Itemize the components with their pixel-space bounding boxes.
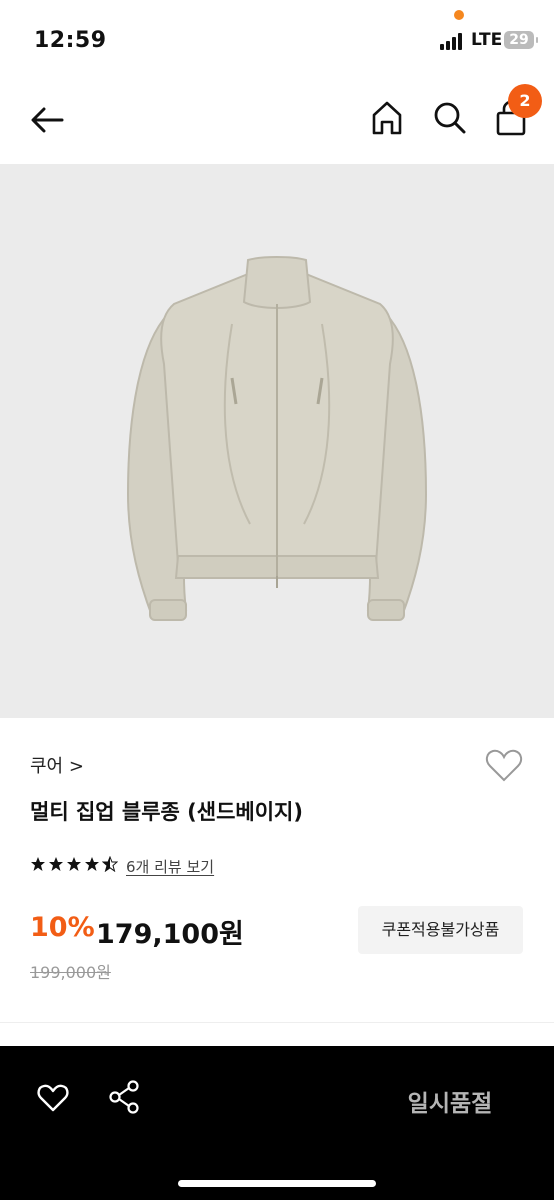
back-arrow-icon[interactable] <box>28 100 68 140</box>
status-bar: 12:59 LTE 29 <box>0 0 554 80</box>
sale-price: 179,100원 <box>96 919 244 950</box>
network-label: LTE <box>471 30 503 50</box>
bottom-action-bar: 일시품절 <box>0 1046 554 1200</box>
star-rating <box>30 856 118 872</box>
discount-rate: 10% <box>30 912 95 943</box>
divider <box>0 1022 554 1023</box>
product-title: 멀티 집업 블루종 (샌드베이지) <box>30 800 303 824</box>
product-image[interactable] <box>0 164 554 718</box>
view-reviews-link[interactable]: 6개 리뷰 보기 <box>126 856 214 877</box>
star-icon <box>67 857 81 871</box>
search-icon[interactable] <box>430 98 470 138</box>
star-icon <box>31 857 45 871</box>
recording-dot <box>454 10 464 20</box>
signal-icon <box>440 32 466 50</box>
star-icon <box>49 857 63 871</box>
heart-icon[interactable] <box>484 746 524 786</box>
half-star-icon <box>102 856 118 872</box>
wishlist-heart-icon[interactable] <box>36 1082 70 1114</box>
battery-icon: 29 <box>504 31 538 49</box>
star-icon <box>85 857 99 871</box>
brand-link[interactable]: 쿠어 > <box>30 752 84 778</box>
cart-count-badge: 2 <box>508 84 542 118</box>
status-time: 12:59 <box>34 28 107 53</box>
original-price: 199,000원 <box>30 963 111 982</box>
coupon-unavailable-badge: 쿠폰적용불가상품 <box>358 906 523 954</box>
home-icon[interactable] <box>368 98 406 138</box>
home-indicator[interactable] <box>178 1180 376 1187</box>
share-icon[interactable] <box>108 1080 140 1114</box>
top-nav <box>0 80 554 164</box>
sold-out-button[interactable]: 일시품절 <box>380 1084 520 1118</box>
jacket-illustration <box>126 256 428 621</box>
